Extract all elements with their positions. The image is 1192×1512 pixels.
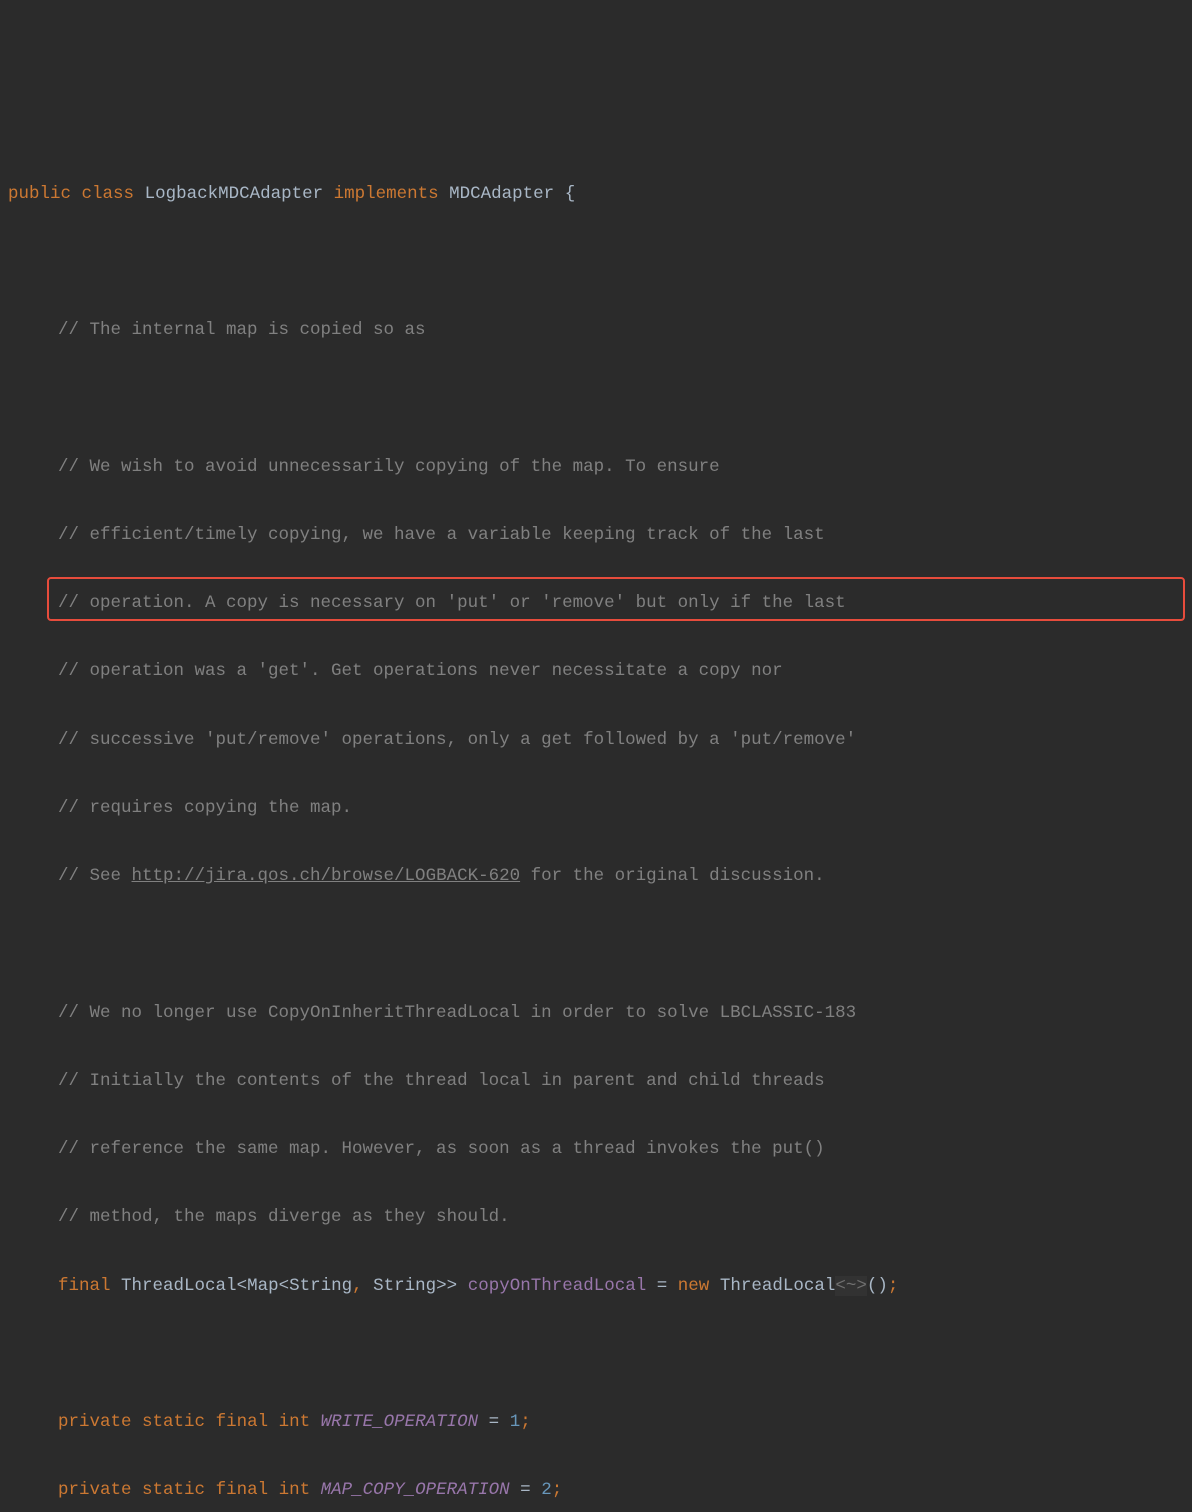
blank-line bbox=[0, 381, 1192, 415]
keyword-new: new bbox=[678, 1276, 710, 1296]
code-line[interactable]: // The internal map is copied so as bbox=[0, 313, 1192, 347]
comment-text: // operation. A copy is necessary on 'pu… bbox=[58, 593, 846, 613]
code-editor[interactable]: public class LogbackMDCAdapter implement… bbox=[0, 143, 1192, 1512]
equals: = bbox=[657, 1276, 668, 1296]
semicolon: ; bbox=[888, 1276, 899, 1296]
url-link[interactable]: http://jira.qos.ch/browse/LOGBACK-620 bbox=[132, 866, 521, 886]
code-line[interactable]: // See http://jira.qos.ch/browse/LOGBACK… bbox=[0, 859, 1192, 893]
equals: = bbox=[489, 1412, 500, 1432]
keyword-static: static bbox=[142, 1412, 205, 1432]
keyword-public: public bbox=[8, 184, 71, 204]
code-line[interactable]: // Initially the contents of the thread … bbox=[0, 1064, 1192, 1098]
type-name: String bbox=[373, 1276, 436, 1296]
comment-text: for the original discussion. bbox=[520, 866, 825, 886]
type-name: Map bbox=[247, 1276, 279, 1296]
blank-line bbox=[0, 927, 1192, 961]
keyword-private: private bbox=[58, 1412, 132, 1432]
field-name: copyOnThreadLocal bbox=[468, 1276, 647, 1296]
code-line[interactable]: // We wish to avoid unnecessarily copyin… bbox=[0, 450, 1192, 484]
code-line[interactable]: public class LogbackMDCAdapter implement… bbox=[0, 177, 1192, 211]
diamond-operator: <~> bbox=[835, 1276, 867, 1296]
code-line-highlighted[interactable]: final ThreadLocal<Map<String, String>> c… bbox=[0, 1269, 1192, 1303]
comment-text: // We wish to avoid unnecessarily copyin… bbox=[58, 457, 720, 477]
open-brace: { bbox=[565, 184, 576, 204]
comment-text: // See bbox=[58, 866, 132, 886]
parentheses: () bbox=[867, 1276, 888, 1296]
number-literal: 1 bbox=[510, 1412, 521, 1432]
type-name: String bbox=[289, 1276, 352, 1296]
code-line[interactable]: private static final int MAP_COPY_OPERAT… bbox=[0, 1473, 1192, 1507]
code-line[interactable]: // efficient/timely copying, we have a v… bbox=[0, 518, 1192, 552]
comment-text: // Initially the contents of the thread … bbox=[58, 1071, 825, 1091]
keyword-final: final bbox=[58, 1276, 111, 1296]
code-line[interactable]: // requires copying the map. bbox=[0, 791, 1192, 825]
comment-text: // efficient/timely copying, we have a v… bbox=[58, 525, 825, 545]
comment-text: // reference the same map. However, as s… bbox=[58, 1139, 825, 1159]
comment-text: // method, the maps diverge as they shou… bbox=[58, 1207, 510, 1227]
keyword-int: int bbox=[279, 1412, 311, 1432]
code-line[interactable]: // We no longer use CopyOnInheritThreadL… bbox=[0, 996, 1192, 1030]
keyword-implements: implements bbox=[334, 184, 439, 204]
code-line[interactable]: // successive 'put/remove' operations, o… bbox=[0, 723, 1192, 757]
comment-text: // operation was a 'get'. Get operations… bbox=[58, 661, 783, 681]
equals: = bbox=[520, 1480, 531, 1500]
type-name: ThreadLocal bbox=[720, 1276, 836, 1296]
type-name: ThreadLocal bbox=[121, 1276, 237, 1296]
blank-line bbox=[0, 245, 1192, 279]
semicolon: ; bbox=[520, 1412, 531, 1432]
code-line[interactable]: // operation was a 'get'. Get operations… bbox=[0, 654, 1192, 688]
constant-name: MAP_COPY_OPERATION bbox=[321, 1480, 510, 1500]
keyword-final: final bbox=[216, 1412, 269, 1432]
comment-text: // requires copying the map. bbox=[58, 798, 352, 818]
code-line[interactable]: // method, the maps diverge as they shou… bbox=[0, 1200, 1192, 1234]
comment-text: // successive 'put/remove' operations, o… bbox=[58, 730, 856, 750]
keyword-final: final bbox=[216, 1480, 269, 1500]
keyword-private: private bbox=[58, 1480, 132, 1500]
constant-name: WRITE_OPERATION bbox=[321, 1412, 479, 1432]
angle-bracket: < bbox=[279, 1276, 290, 1296]
comment-text: // The internal map is copied so as bbox=[58, 320, 426, 340]
angle-bracket: >> bbox=[436, 1276, 457, 1296]
keyword-class: class bbox=[82, 184, 135, 204]
angle-bracket: < bbox=[237, 1276, 248, 1296]
comment-text: // We no longer use CopyOnInheritThreadL… bbox=[58, 1003, 856, 1023]
keyword-static: static bbox=[142, 1480, 205, 1500]
code-line[interactable]: // reference the same map. However, as s… bbox=[0, 1132, 1192, 1166]
interface-name: MDCAdapter bbox=[449, 184, 554, 204]
number-literal: 2 bbox=[541, 1480, 552, 1500]
comma: , bbox=[352, 1276, 363, 1296]
code-line[interactable]: // operation. A copy is necessary on 'pu… bbox=[0, 586, 1192, 620]
keyword-int: int bbox=[279, 1480, 311, 1500]
semicolon: ; bbox=[552, 1480, 563, 1500]
code-line[interactable]: private static final int WRITE_OPERATION… bbox=[0, 1405, 1192, 1439]
blank-line bbox=[0, 1337, 1192, 1371]
class-name: LogbackMDCAdapter bbox=[145, 184, 324, 204]
